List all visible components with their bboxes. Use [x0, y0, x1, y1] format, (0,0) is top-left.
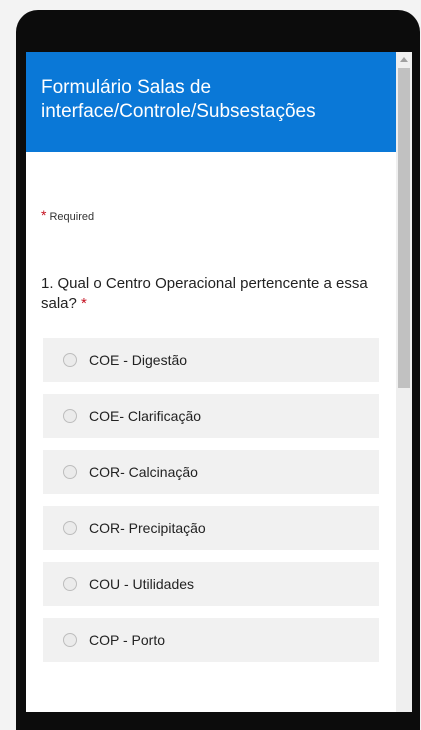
scroll-up-arrow-icon[interactable] [400, 57, 408, 62]
required-star: * [41, 207, 47, 223]
form-title: Formulário Salas de interface/Controle/S… [41, 77, 316, 122]
option-cou-utilidades[interactable]: COU - Utilidades [43, 562, 379, 606]
form-header: Formulário Salas de interface/Controle/S… [26, 52, 396, 152]
radio-button[interactable] [63, 521, 77, 535]
required-note: * Required [41, 207, 94, 223]
vertical-scrollbar[interactable] [396, 52, 412, 712]
form-screen: Formulário Salas de interface/Controle/S… [26, 52, 396, 712]
radio-button[interactable] [63, 353, 77, 367]
question-text: Qual o Centro Operacional pertencente a … [41, 275, 368, 312]
question-number: 1. [41, 275, 54, 292]
option-label: COE- Clarificação [89, 408, 202, 424]
question-required-star: * [81, 295, 87, 312]
radio-button[interactable] [63, 409, 77, 423]
radio-button[interactable] [63, 633, 77, 647]
question-1: 1. Qual o Centro Operacional pertencente … [41, 274, 381, 314]
scrollbar-thumb[interactable] [398, 68, 410, 388]
radio-button[interactable] [63, 465, 77, 479]
option-label: COE - Digestão [89, 352, 188, 368]
option-label: COR- Calcinação [89, 464, 198, 480]
option-coe-digestao[interactable]: COE - Digestão [43, 338, 379, 382]
option-label: COR- Precipitação [89, 520, 206, 536]
option-label: COU - Utilidades [89, 576, 195, 592]
option-cop-porto[interactable]: COP - Porto [43, 618, 379, 662]
options-list: COE - Digestão COE- Clarificação COR- Ca… [43, 338, 379, 674]
option-cor-precipitacao[interactable]: COR- Precipitação [43, 506, 379, 550]
radio-button[interactable] [63, 577, 77, 591]
option-label: COP - Porto [89, 632, 165, 648]
option-cor-calcinacao[interactable]: COR- Calcinação [43, 450, 379, 494]
required-label: Required [49, 211, 95, 223]
option-coe-clarificacao[interactable]: COE- Clarificação [43, 394, 379, 438]
